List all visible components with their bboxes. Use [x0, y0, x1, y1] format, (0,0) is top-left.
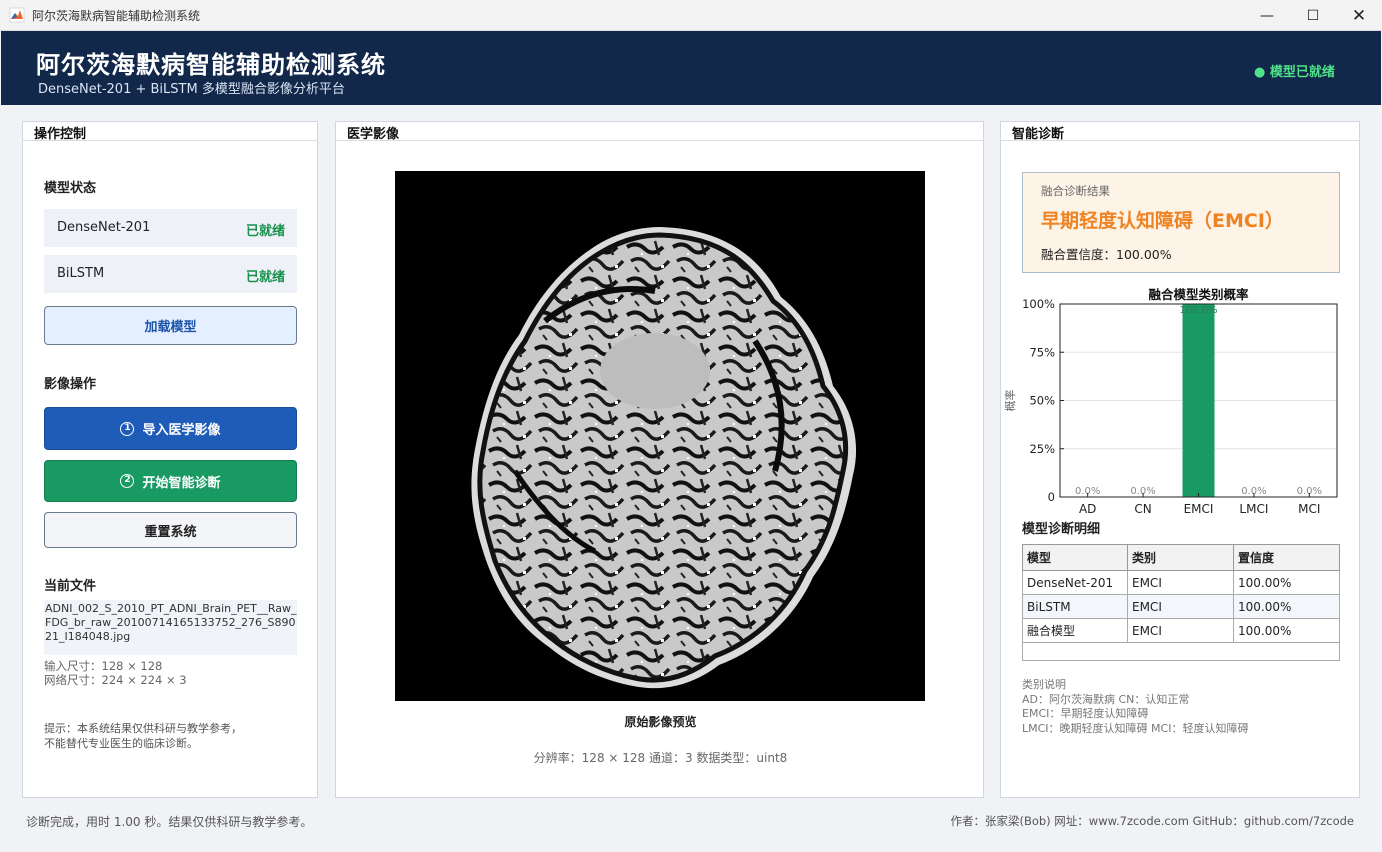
x-tick-label: EMCI — [1184, 502, 1214, 516]
step-two-icon: 2 — [120, 474, 135, 488]
maximize-icon: ☐ — [1306, 7, 1320, 24]
app-subtitle: DenseNet-201 + BiLSTM 多模型融合影像分析平台 — [38, 82, 345, 97]
table-row-empty — [1022, 642, 1340, 661]
model-row-bilstm: BiLSTM 已就绪 — [44, 255, 297, 293]
window-title-bar: 阿尔茨海默病智能辅助检测系统 — ☐ ✕ — [0, 0, 1382, 31]
x-tick-label: MCI — [1298, 502, 1320, 516]
close-button[interactable]: ✕ — [1336, 0, 1382, 31]
y-tick-label: 25% — [1029, 442, 1055, 456]
table-cell — [1022, 642, 1340, 661]
model-name: BiLSTM — [57, 266, 105, 281]
column-header: 模型 — [1022, 544, 1128, 571]
y-tick-label: 0 — [1048, 490, 1055, 504]
medical-image-preview — [395, 171, 925, 701]
y-tick-label: 50% — [1029, 394, 1055, 408]
minimize-button[interactable]: — — [1244, 0, 1290, 31]
x-tick-label: AD — [1079, 502, 1096, 516]
y-axis-label: 概率 — [1003, 390, 1017, 412]
model-status-heading: 模型状态 — [44, 181, 97, 196]
control-panel: 操作控制 模型状态 DenseNet-201 已就绪 BiLSTM 已就绪 加载… — [22, 121, 318, 798]
control-panel-title: 操作控制 — [34, 127, 87, 142]
table-cell: EMCI — [1127, 570, 1234, 595]
table-header-row: 模型 类别 置信度 — [1022, 544, 1340, 571]
fusion-result-value: 早期轻度认知障碍（EMCI） — [1041, 210, 1284, 232]
step-one-icon: 1 — [120, 421, 135, 436]
probability-bar-chart: 融合模型类别概率025%50%75%100%概率0.0%AD0.0%CN100.… — [1003, 287, 1338, 516]
model-status-badge: 已就绪 — [245, 224, 285, 239]
x-tick-label: LMCI — [1239, 502, 1268, 516]
image-panel-header: 医学影像 — [336, 122, 983, 142]
image-panel: 医学影像 原始影像预览 分辨率：128 × 128 通道：3 数据类型：uint… — [335, 121, 984, 798]
current-file-name: ADNI_002_S_2010_PT_ADNI_Brain_PET__Raw_F… — [44, 600, 297, 655]
hint-line-1: 提示：本系统结果仅供科研与教学参考， — [44, 722, 242, 735]
x-tick-label: CN — [1134, 502, 1151, 516]
fusion-result-label: 融合诊断结果 — [1041, 184, 1110, 198]
brain-scan-image — [471, 227, 857, 689]
image-ops-heading: 影像操作 — [44, 377, 97, 392]
import-image-label: 导入医学影像 — [142, 423, 221, 438]
maximize-button[interactable]: ☐ — [1290, 0, 1336, 31]
app-title: 阿尔茨海默病智能辅助检测系统 — [36, 51, 386, 79]
hint-line-2: 不能替代专业医生的临床诊断。 — [44, 737, 198, 750]
table-cell: DenseNet-201 — [1022, 570, 1128, 595]
diagnosis-panel-header: 智能诊断 — [1001, 122, 1359, 142]
status-message: 诊断完成，用时 1.00 秒。结果仅供科研与教学参考。 — [26, 815, 313, 829]
chart-bar — [1182, 304, 1215, 497]
y-tick-label: 100% — [1022, 297, 1055, 311]
class-legend: 类别说明 AD：阿尔茨海默病 CN：认知正常 EMCI：早期轻度认知障碍 LMC… — [1022, 678, 1248, 736]
chart-title: 融合模型类别概率 — [1148, 287, 1249, 302]
diagnosis-panel-title: 智能诊断 — [1012, 127, 1065, 142]
model-name: DenseNet-201 — [57, 220, 151, 235]
bar-value-label: 100.0% — [1179, 305, 1217, 316]
model-status-badge: 已就绪 — [245, 270, 285, 285]
author-info: 作者：张家梁(Bob) 网址：www.7zcode.com GitHub：git… — [950, 814, 1354, 828]
load-model-button[interactable]: 加载模型 — [44, 306, 297, 345]
image-caption: 原始影像预览 — [624, 715, 697, 729]
table-cell: BiLSTM — [1022, 594, 1128, 619]
fusion-confidence: 融合置信度：100.00% — [1041, 247, 1172, 262]
legend-line: LMCI：晚期轻度认知障碍 MCI：轻度认知障碍 — [1022, 721, 1249, 735]
table-cell: 100.00% — [1233, 594, 1340, 619]
matlab-icon — [9, 7, 25, 23]
import-image-button[interactable]: 1 导入医学影像 — [44, 407, 297, 450]
current-file-heading: 当前文件 — [44, 579, 97, 594]
table-row: DenseNet-201 EMCI 100.00% — [1022, 570, 1340, 595]
image-panel-title: 医学影像 — [347, 127, 400, 142]
network-size: 网络尺寸：224 × 224 × 3 — [44, 673, 187, 687]
image-metadata: 分辨率：128 × 128 通道：3 数据类型：uint8 — [533, 751, 788, 765]
app-header: 阿尔茨海默病智能辅助检测系统 DenseNet-201 + BiLSTM 多模型… — [1, 31, 1381, 105]
table-cell: EMCI — [1127, 618, 1234, 643]
fusion-result-card: 融合诊断结果 早期轻度认知障碍（EMCI） 融合置信度：100.00% — [1022, 172, 1340, 273]
reset-system-button[interactable]: 重置系统 — [44, 512, 297, 548]
model-detail-heading: 模型诊断明细 — [1022, 522, 1101, 537]
model-detail-table: 模型 类别 置信度 DenseNet-201 EMCI 100.00% BiLS… — [1022, 544, 1340, 661]
table-cell: 100.00% — [1233, 570, 1340, 595]
table-cell: EMCI — [1127, 594, 1234, 619]
table-row: 融合模型 EMCI 100.00% — [1022, 618, 1340, 643]
control-panel-header: 操作控制 — [23, 122, 317, 142]
window-title: 阿尔茨海默病智能辅助检测系统 — [32, 9, 201, 23]
column-header: 置信度 — [1233, 544, 1340, 571]
table-cell: 融合模型 — [1022, 618, 1128, 643]
legend-line: EMCI：早期轻度认知障碍 — [1022, 707, 1149, 720]
start-diagnosis-button[interactable]: 2 开始智能诊断 — [44, 460, 297, 502]
model-ready-status: ● 模型已就绪 — [1254, 65, 1335, 80]
start-diagnosis-label: 开始智能诊断 — [142, 475, 221, 491]
table-cell: 100.00% — [1233, 618, 1340, 643]
close-icon: ✕ — [1351, 5, 1367, 26]
diagnosis-panel: 智能诊断 融合诊断结果 早期轻度认知障碍（EMCI） 融合置信度：100.00%… — [1000, 121, 1360, 798]
legend-line: AD：阿尔茨海默病 CN：认知正常 — [1022, 692, 1190, 706]
minimize-icon: — — [1260, 7, 1274, 24]
column-header: 类别 — [1127, 544, 1234, 571]
table-row: BiLSTM EMCI 100.00% — [1022, 594, 1340, 619]
model-row-densenet: DenseNet-201 已就绪 — [44, 209, 297, 247]
y-tick-label: 75% — [1029, 345, 1055, 359]
legend-title: 类别说明 — [1022, 678, 1066, 691]
